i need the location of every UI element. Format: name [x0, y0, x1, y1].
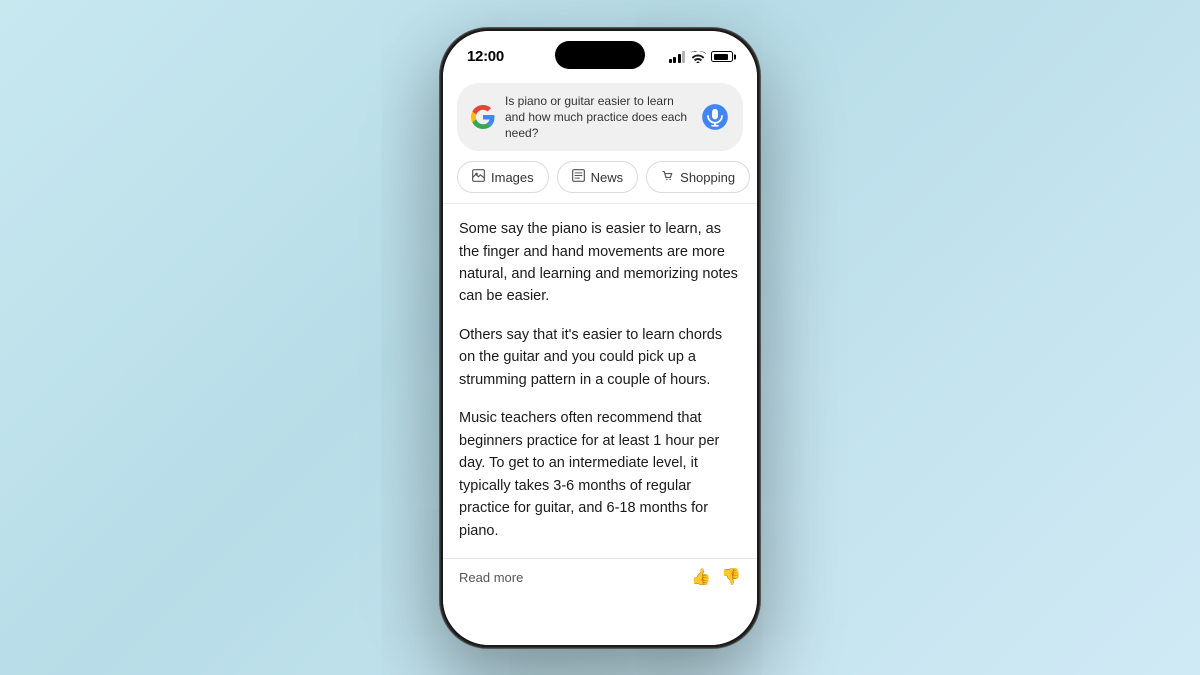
images-tab-label: Images: [491, 170, 534, 185]
answer-paragraph-1: Some say the piano is easier to learn, a…: [459, 218, 741, 308]
answer-footer: Read more 👍 👎: [443, 558, 757, 597]
filter-tabs: Images News Shopping: [443, 161, 757, 193]
status-time: 12:00: [467, 48, 504, 65]
dynamic-island: [555, 41, 645, 69]
images-tab-icon: [472, 169, 485, 185]
shopping-tab-label: Shopping: [680, 170, 735, 185]
battery-icon: [711, 51, 733, 62]
status-bar: 12:00: [443, 31, 757, 75]
google-logo: [471, 105, 495, 129]
search-query: Is piano or guitar easier to learn and h…: [505, 93, 691, 142]
phone-wrapper: 12:00: [440, 28, 760, 648]
content-divider: [443, 203, 757, 204]
answer-paragraph-2: Others say that it's easier to learn cho…: [459, 324, 741, 391]
screen-content: Is piano or guitar easier to learn and h…: [443, 75, 757, 645]
wifi-icon: [690, 51, 706, 63]
phone-frame: 12:00: [440, 28, 760, 648]
status-icons: [669, 51, 734, 63]
answer-content: Some say the piano is easier to learn, a…: [443, 218, 757, 542]
thumbs-up-icon[interactable]: 👍: [691, 567, 711, 587]
tab-shopping[interactable]: Shopping: [646, 161, 750, 193]
news-tab-icon: [572, 169, 585, 185]
search-bar[interactable]: Is piano or guitar easier to learn and h…: [457, 83, 743, 152]
thumbs-down-icon[interactable]: 👎: [721, 567, 741, 587]
answer-paragraph-3: Music teachers often recommend that begi…: [459, 407, 741, 542]
feedback-icons: 👍 👎: [691, 567, 741, 587]
signal-icon: [669, 51, 686, 63]
tab-images[interactable]: Images: [457, 161, 549, 193]
tab-news[interactable]: News: [557, 161, 639, 193]
read-more-link[interactable]: Read more: [459, 570, 523, 585]
phone-screen: 12:00: [443, 31, 757, 645]
mic-icon[interactable]: [701, 103, 729, 131]
shopping-tab-icon: [661, 169, 674, 185]
news-tab-label: News: [591, 170, 624, 185]
